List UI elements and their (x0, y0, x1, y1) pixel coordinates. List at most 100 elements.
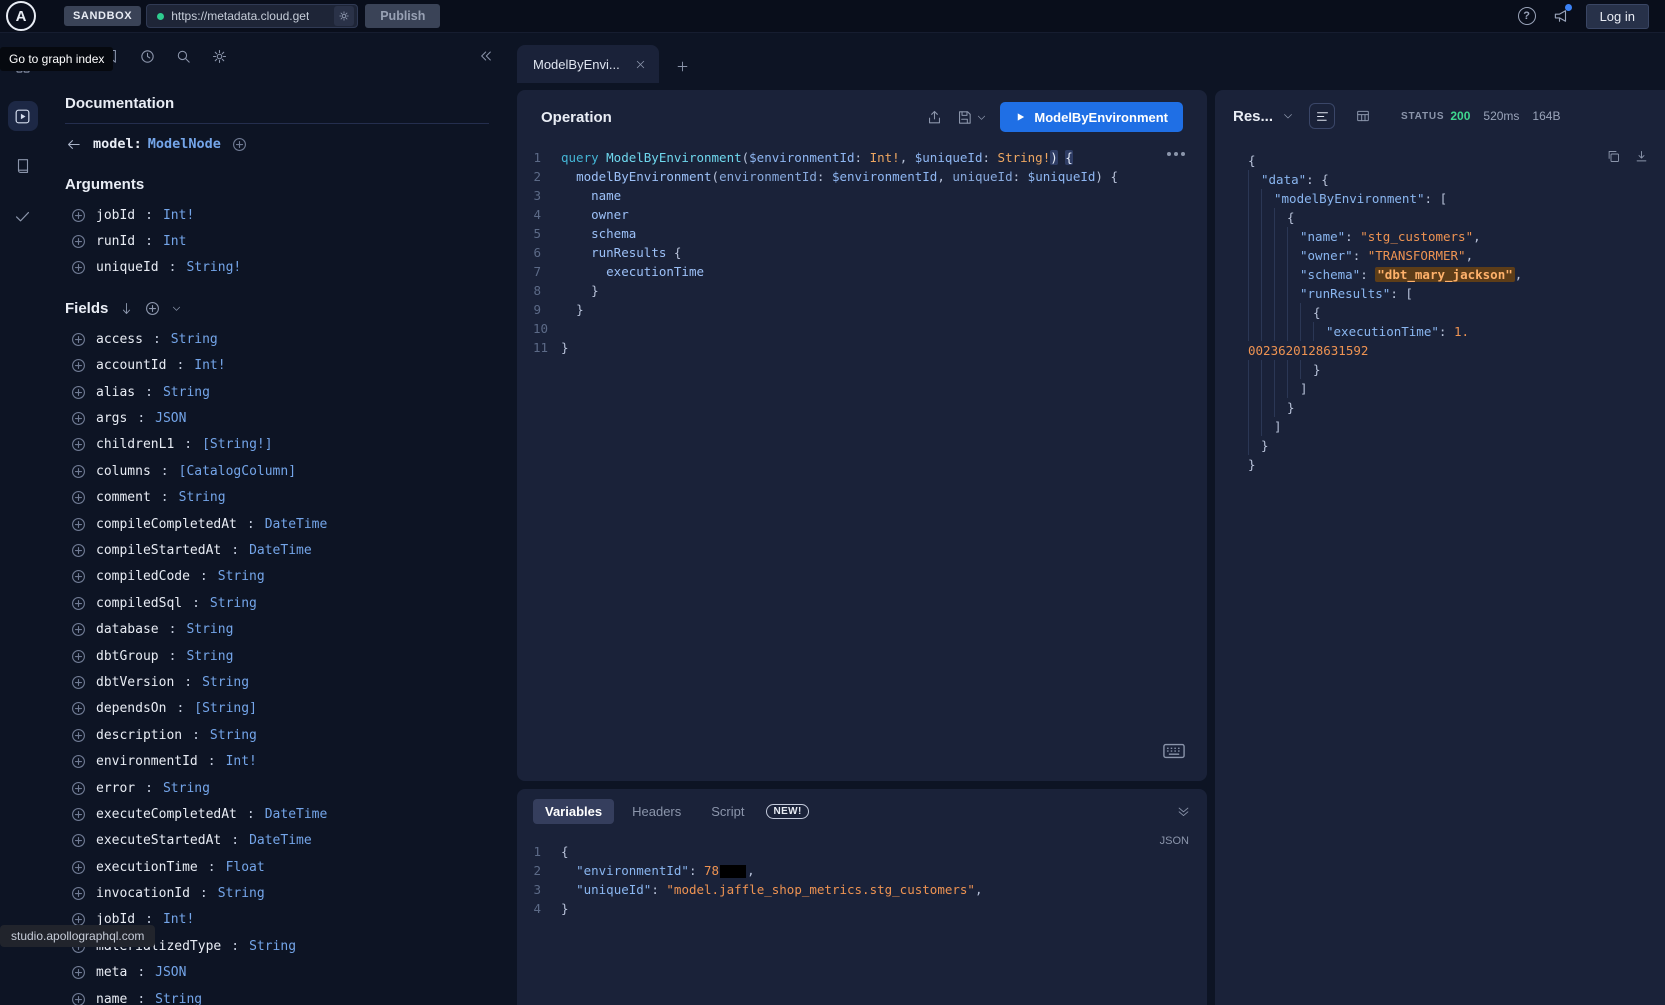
add-to-query-icon[interactable] (71, 543, 86, 558)
field-type[interactable]: DateTime (265, 807, 328, 822)
add-to-query-icon[interactable] (71, 234, 86, 249)
argument-row[interactable]: runId:Int (65, 228, 489, 254)
add-to-query-icon[interactable] (71, 754, 86, 769)
field-name[interactable]: executionTime (96, 860, 198, 875)
share-icon[interactable] (926, 109, 943, 126)
argument-row[interactable]: jobId:Int! (65, 202, 489, 228)
schema-nav-button[interactable] (8, 151, 38, 181)
explorer-nav-button[interactable] (8, 101, 38, 131)
field-name[interactable]: childrenL1 (96, 437, 174, 452)
field-type[interactable]: String (155, 992, 202, 1005)
field-type[interactable]: JSON (155, 411, 186, 426)
field-row[interactable]: meta:JSON (65, 960, 489, 986)
field-row[interactable]: error:String (65, 775, 489, 801)
field-type[interactable]: [String] (194, 701, 257, 716)
field-type[interactable]: String (249, 939, 296, 954)
checks-nav-button[interactable] (8, 201, 38, 231)
field-type[interactable]: String (171, 332, 218, 347)
field-row[interactable]: name:String (65, 986, 489, 1005)
field-row[interactable]: comment:String (65, 485, 489, 511)
save-operation-button[interactable] (956, 109, 987, 126)
add-to-query-icon[interactable] (71, 622, 86, 637)
history-icon[interactable] (139, 48, 156, 65)
add-to-query-icon[interactable] (71, 208, 86, 223)
field-row[interactable]: access:String (65, 326, 489, 352)
add-to-query-icon[interactable] (71, 385, 86, 400)
add-to-query-icon[interactable] (71, 437, 86, 452)
add-to-query-icon[interactable] (71, 886, 86, 901)
field-type[interactable]: Int! (226, 754, 257, 769)
argument-type[interactable]: String! (186, 260, 241, 275)
field-row[interactable]: compiledSql:String (65, 590, 489, 616)
field-type[interactable]: String (210, 728, 257, 743)
field-row[interactable]: compiledCode:String (65, 564, 489, 590)
field-name[interactable]: dbtVersion (96, 675, 174, 690)
response-json[interactable]: {"data": {"modelByEnvironment": [{"name"… (1248, 151, 1665, 474)
endpoint-settings-button[interactable] (334, 6, 354, 26)
field-name[interactable]: compileStartedAt (96, 543, 221, 558)
field-row[interactable]: database:String (65, 616, 489, 642)
response-menu-chevron-icon[interactable] (1282, 110, 1294, 122)
tab-variables[interactable]: Variables (533, 799, 614, 824)
field-type[interactable]: String (218, 886, 265, 901)
field-name[interactable]: dependsOn (96, 701, 166, 716)
field-name[interactable]: description (96, 728, 182, 743)
add-to-query-icon[interactable] (71, 781, 86, 796)
field-type[interactable]: String (179, 490, 226, 505)
field-type[interactable]: String (202, 675, 249, 690)
field-type[interactable]: String (218, 569, 265, 584)
add-to-query-icon[interactable] (71, 833, 86, 848)
field-name[interactable]: executeCompletedAt (96, 807, 237, 822)
copy-response-icon[interactable] (1606, 149, 1621, 164)
field-name[interactable]: accountId (96, 358, 166, 373)
field-name[interactable]: comment (96, 490, 151, 505)
add-to-query-icon[interactable] (71, 596, 86, 611)
endpoint-url-field[interactable]: https://metadata.cloud.get (146, 4, 358, 28)
field-name[interactable]: alias (96, 385, 135, 400)
field-type[interactable]: String (186, 649, 233, 664)
apollo-logo[interactable]: A (6, 1, 36, 31)
field-name[interactable]: access (96, 332, 143, 347)
add-to-query-icon[interactable] (71, 517, 86, 532)
add-to-query-icon[interactable] (71, 807, 86, 822)
field-type[interactable]: String (186, 622, 233, 637)
field-type[interactable]: [CatalogColumn] (179, 464, 296, 479)
field-type[interactable]: String (163, 781, 210, 796)
field-row[interactable]: compileCompletedAt:DateTime (65, 511, 489, 537)
add-all-fields-icon[interactable] (145, 301, 160, 316)
argument-name[interactable]: jobId (96, 208, 135, 223)
sort-fields-icon[interactable] (119, 301, 134, 316)
field-row[interactable]: invocationId:String (65, 880, 489, 906)
add-to-query-icon[interactable] (71, 260, 86, 275)
add-to-query-icon[interactable] (71, 649, 86, 664)
field-name[interactable]: invocationId (96, 886, 190, 901)
add-to-query-icon[interactable] (71, 358, 86, 373)
field-row[interactable]: description:String (65, 722, 489, 748)
publish-button[interactable]: Publish (365, 4, 440, 28)
field-name[interactable]: compiledCode (96, 569, 190, 584)
field-row[interactable]: childrenL1:[String!] (65, 432, 489, 458)
argument-name[interactable]: runId (96, 234, 135, 249)
add-to-query-icon[interactable] (71, 411, 86, 426)
keyboard-shortcuts-icon[interactable] (1163, 743, 1185, 759)
add-type-icon[interactable] (232, 137, 247, 152)
field-name[interactable]: environmentId (96, 754, 198, 769)
field-name[interactable]: dbtGroup (96, 649, 159, 664)
tab-script[interactable]: Script (699, 799, 756, 824)
argument-type[interactable]: Int! (163, 208, 194, 223)
settings-icon[interactable] (211, 48, 228, 65)
field-row[interactable]: executionTime:Float (65, 854, 489, 880)
add-to-query-icon[interactable] (71, 490, 86, 505)
field-type[interactable]: String (163, 385, 210, 400)
field-row[interactable]: dbtGroup:String (65, 643, 489, 669)
login-button[interactable]: Log in (1586, 4, 1649, 29)
field-name[interactable]: error (96, 781, 135, 796)
help-icon[interactable]: ? (1518, 7, 1536, 25)
operation-editor[interactable]: 1query ModelByEnvironment($environmentId… (517, 144, 1207, 357)
add-to-query-icon[interactable] (71, 860, 86, 875)
variables-editor[interactable]: 1{2 "environmentId": 78,3 "uniqueId": "m… (517, 830, 1207, 918)
close-tab-icon[interactable] (634, 58, 647, 71)
editor-menu-button[interactable] (1167, 152, 1185, 156)
field-row[interactable]: dbtVersion:String (65, 669, 489, 695)
argument-row[interactable]: uniqueId:String! (65, 255, 489, 281)
